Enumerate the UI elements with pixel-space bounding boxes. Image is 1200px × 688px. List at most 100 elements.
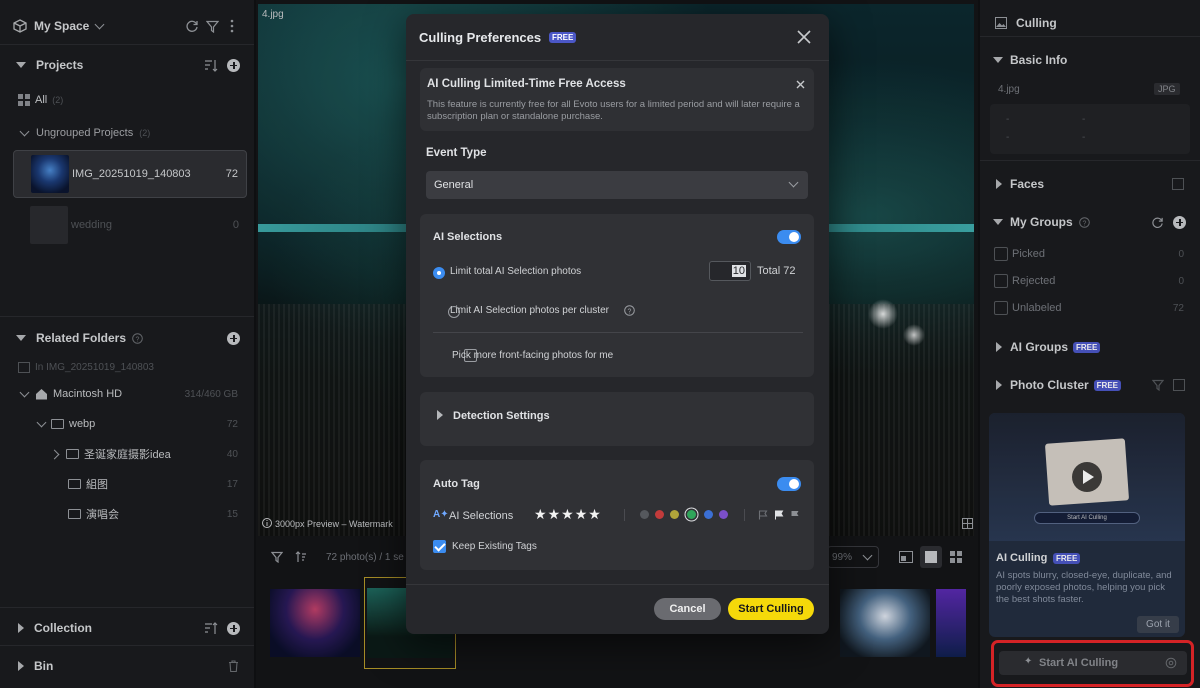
ai-selections-title: AI Selections: [433, 231, 503, 243]
faces-header[interactable]: Faces: [980, 172, 1190, 196]
drive-item[interactable]: Macintosh HD 314/460 GB: [0, 381, 254, 407]
folder-item[interactable]: 圣诞家庭摄影idea 40: [0, 441, 254, 467]
star-icon[interactable]: ★: [561, 506, 574, 522]
related-folders-header[interactable]: Related Folders ?: [0, 325, 254, 351]
color-dot-green-selected[interactable]: [687, 510, 696, 519]
auto-tag-card: Auto Tag A✦ AI Selections ★★★★★ Keep Exi…: [420, 460, 814, 570]
collection-header[interactable]: Collection: [0, 615, 254, 641]
drive-size: 314/460 GB: [184, 388, 238, 400]
group-checkbox[interactable]: [994, 301, 1008, 315]
star-icon[interactable]: ★: [588, 506, 601, 522]
event-type-select[interactable]: General: [426, 171, 808, 199]
faces-title: Faces: [1010, 177, 1045, 191]
chevron-down-icon: [862, 550, 873, 561]
flag-picked-icon[interactable]: [774, 510, 784, 520]
in-path-label: In IMG_20251019_140803: [35, 361, 154, 373]
folder-name: 演唱会: [86, 509, 119, 521]
play-icon[interactable]: [1072, 462, 1102, 492]
groups-title: My Groups: [1010, 215, 1073, 229]
flag-outline-icon[interactable]: [758, 510, 768, 520]
project-item[interactable]: wedding 0: [13, 202, 247, 246]
add-group-icon[interactable]: [1173, 215, 1186, 229]
auto-tag-toggle[interactable]: [777, 477, 801, 491]
refresh-icon[interactable]: [1151, 216, 1164, 229]
filmstrip-thumb[interactable]: [270, 589, 360, 657]
filter-icon[interactable]: [271, 551, 283, 563]
group-item-picked[interactable]: Picked 0: [980, 242, 1190, 266]
add-project-icon[interactable]: [227, 58, 240, 72]
folder-item[interactable]: 演唱会 15: [0, 501, 254, 527]
sort-icon[interactable]: [204, 59, 218, 72]
star-icon[interactable]: ★: [548, 506, 561, 522]
color-dot-blue[interactable]: [704, 510, 713, 519]
chevron-down-icon: [788, 177, 799, 188]
color-dot-none[interactable]: [640, 510, 649, 519]
trash-icon[interactable]: [228, 660, 239, 672]
preview-note: 3000px Preview – Watermark: [275, 519, 393, 529]
folder-path: In IMG_20251019_140803: [0, 354, 254, 380]
grid-view-icon[interactable]: [950, 551, 962, 563]
flag-rejected-icon[interactable]: [790, 510, 800, 520]
free-badge: FREE: [549, 32, 577, 43]
front-facing-label: Pick more front-facing photos for me: [452, 350, 614, 361]
close-icon[interactable]: [797, 30, 811, 44]
filter-icon[interactable]: [1152, 379, 1164, 391]
group-checkbox[interactable]: [994, 274, 1008, 288]
ungrouped-projects-header[interactable]: Ungrouped Projects (2): [0, 120, 254, 146]
filter-icon[interactable]: [206, 20, 219, 33]
help-icon[interactable]: ?: [1078, 216, 1090, 228]
panel-icon[interactable]: [1172, 178, 1184, 190]
project-item-selected[interactable]: IMG_20251019_140803 72: [13, 150, 247, 198]
ai-groups-header[interactable]: AI Groups FREE: [980, 335, 1190, 359]
more-icon[interactable]: [229, 19, 235, 33]
ai-selections-toggle[interactable]: [777, 230, 801, 244]
close-icon[interactable]: [796, 80, 805, 89]
color-dot-red[interactable]: [655, 510, 664, 519]
folder-item-webp[interactable]: webp 72: [0, 411, 254, 437]
split-view-icon[interactable]: [899, 551, 913, 563]
panel-icon[interactable]: [1173, 379, 1185, 391]
add-collection-icon[interactable]: [227, 621, 240, 635]
help-icon[interactable]: ?: [624, 305, 635, 316]
single-view-button[interactable]: [920, 546, 942, 568]
folder-icon: [51, 419, 64, 429]
bin-header[interactable]: Bin: [0, 653, 254, 679]
sort-icon[interactable]: [294, 551, 307, 563]
start-culling-button[interactable]: Start Culling: [728, 598, 814, 620]
refresh-icon[interactable]: [185, 19, 199, 33]
color-dot-yellow[interactable]: [670, 510, 679, 519]
all-projects-item[interactable]: All (2): [0, 87, 254, 113]
star-icon[interactable]: ★: [534, 506, 547, 522]
dialog-title: Culling Preferences: [419, 30, 542, 45]
help-icon[interactable]: ?: [132, 332, 143, 344]
got-it-button[interactable]: Got it: [1137, 616, 1179, 633]
limit-total-input[interactable]: 10: [709, 261, 751, 281]
projects-header[interactable]: Projects: [0, 52, 254, 78]
zoom-select[interactable]: 99%: [827, 546, 879, 568]
my-groups-header[interactable]: My Groups ?: [980, 210, 1190, 234]
sort-icon[interactable]: [204, 621, 218, 635]
color-dot-purple[interactable]: [719, 510, 728, 519]
detection-settings-card[interactable]: Detection Settings: [420, 392, 814, 446]
group-checkbox[interactable]: [994, 247, 1008, 261]
compare-icon[interactable]: [962, 518, 973, 529]
star-rating[interactable]: ★★★★★: [534, 506, 602, 524]
filmstrip-thumb[interactable]: [840, 589, 930, 657]
banner-text: This feature is currently free for all E…: [427, 99, 800, 122]
limit-total-radio[interactable]: [433, 267, 445, 279]
filmstrip-thumb[interactable]: [936, 589, 966, 657]
group-item-rejected[interactable]: Rejected 0: [980, 269, 1190, 293]
photo-cluster-header[interactable]: Photo Cluster FREE: [980, 373, 1190, 397]
star-icon[interactable]: ★: [575, 506, 588, 522]
auto-tag-row-label: AI Selections: [449, 510, 514, 522]
folder-item[interactable]: 組图 17: [0, 471, 254, 497]
cancel-button[interactable]: Cancel: [654, 598, 721, 620]
space-switcher[interactable]: My Space: [0, 13, 254, 39]
basic-info-header[interactable]: Basic Info: [980, 48, 1190, 72]
keep-tags-checkbox[interactable]: [433, 540, 446, 553]
chevron-down-icon: [36, 417, 47, 427]
photo-filename: 4.jpg: [262, 9, 284, 20]
add-folder-icon[interactable]: [227, 331, 240, 345]
group-item-unlabeled[interactable]: Unlabeled 72: [980, 296, 1190, 320]
culling-header: Culling: [980, 11, 1190, 35]
